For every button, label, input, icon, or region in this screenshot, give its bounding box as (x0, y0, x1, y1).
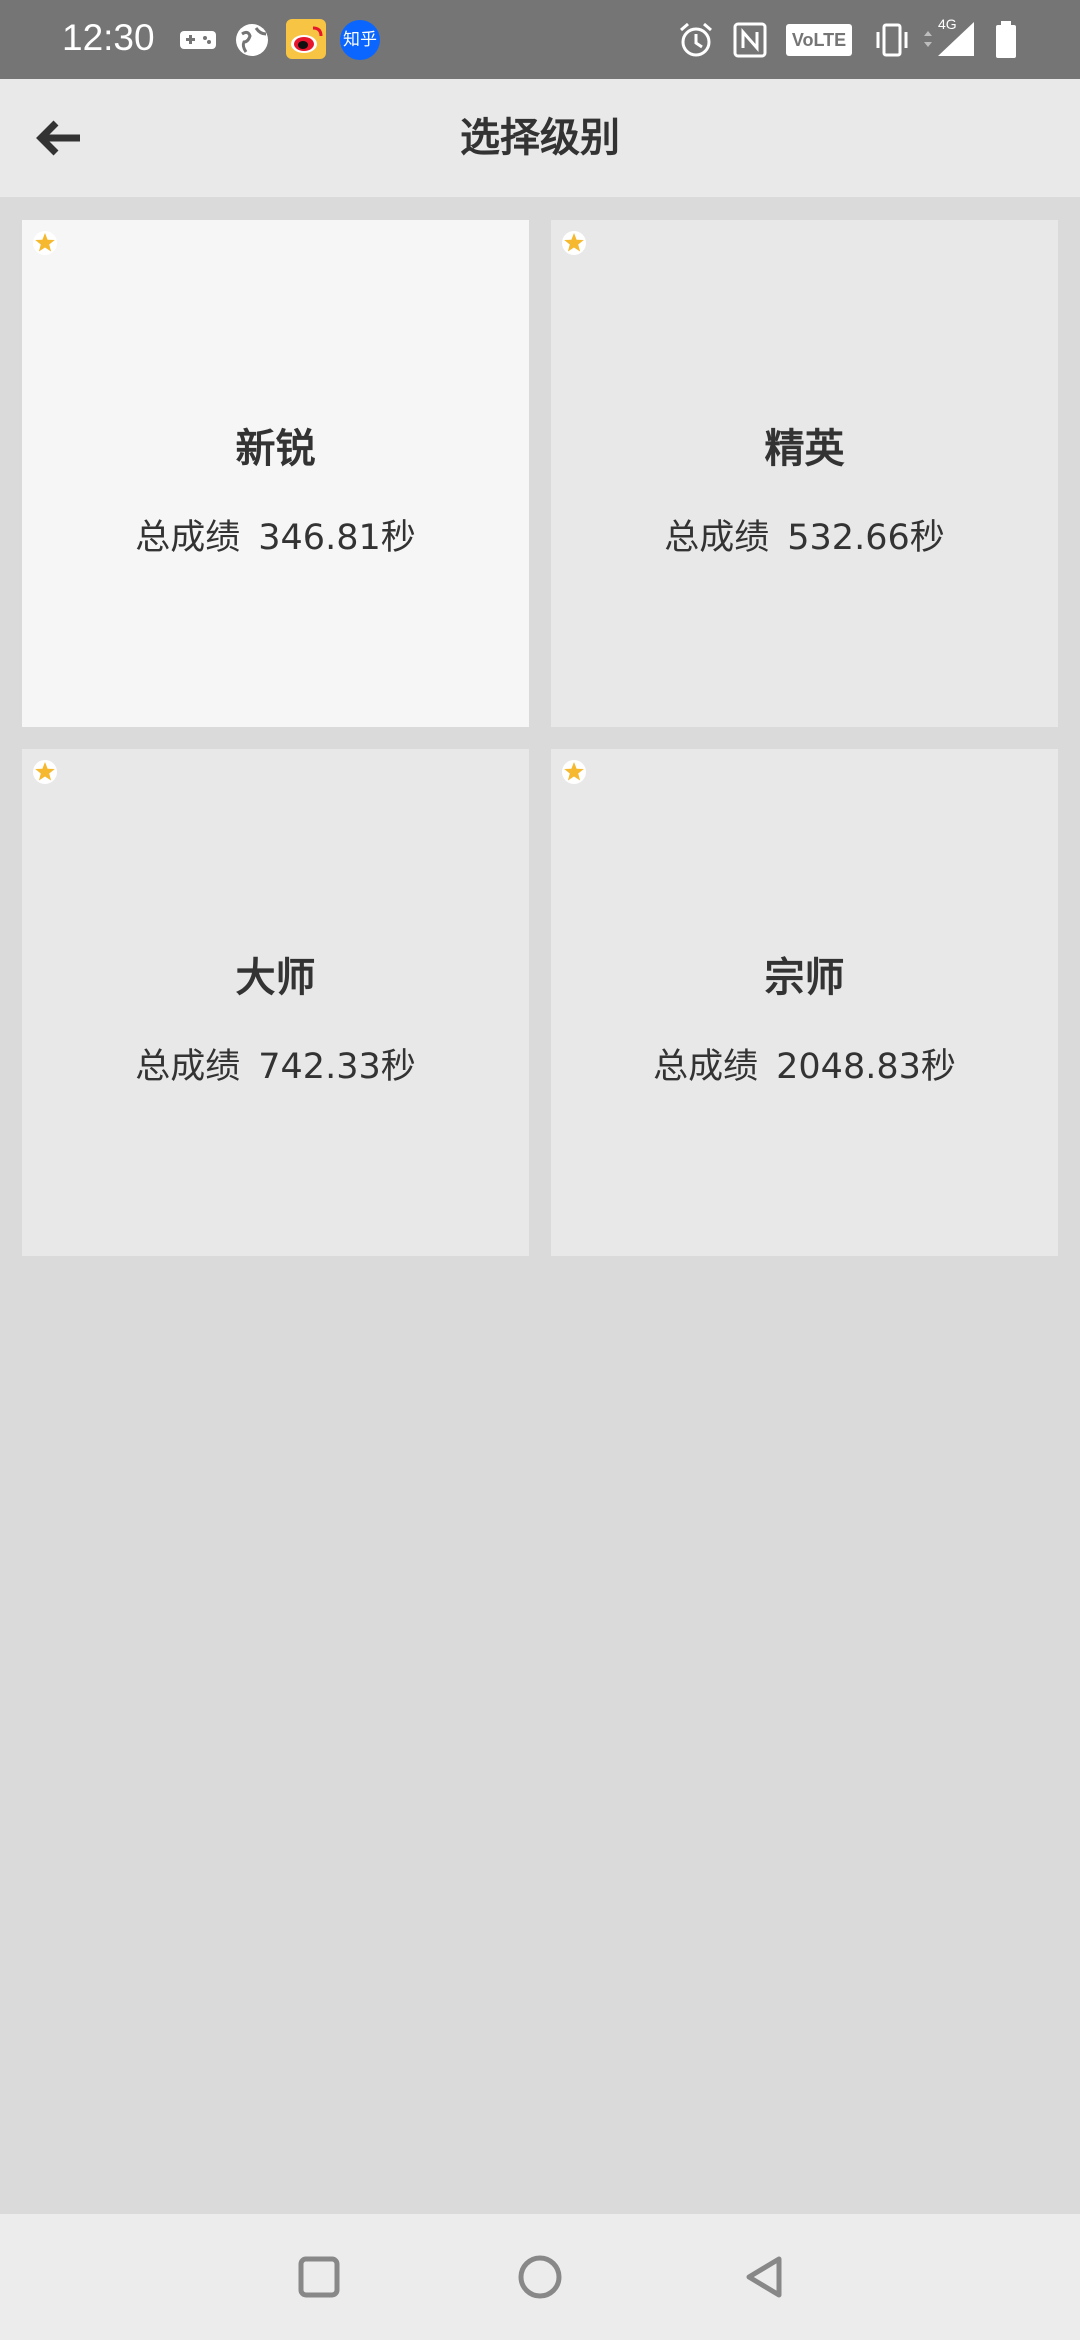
score-value: 2048.83秒 (776, 1047, 956, 1087)
gamepad-icon (180, 31, 216, 49)
level-name: 新锐 (235, 426, 316, 472)
weibo-icon (286, 19, 326, 59)
level-name: 宗师 (764, 955, 845, 1001)
level-card-1[interactable]: 新锐 总成绩 346.81秒 (22, 220, 529, 727)
alarm-icon (680, 22, 712, 57)
score-label: 总成绩 (653, 1047, 759, 1087)
star-icon (562, 231, 586, 255)
signal-icon: 4G (920, 16, 980, 60)
home-circle-icon (518, 2255, 562, 2299)
level-name: 大师 (235, 955, 316, 1001)
home-button[interactable] (510, 2247, 570, 2307)
globe-icon (236, 24, 268, 56)
score-value: 742.33秒 (258, 1047, 416, 1087)
nav-back-button[interactable] (733, 2247, 793, 2307)
level-card-2[interactable]: 精英 总成绩 532.66秒 (551, 220, 1058, 727)
recents-button[interactable] (289, 2247, 349, 2307)
status-bar: 12:30 知乎 VoLTE 4G (0, 0, 1080, 79)
page-title: 选择级别 (460, 115, 620, 161)
system-nav-bar (0, 2214, 1080, 2340)
star-icon (33, 760, 57, 784)
recents-square-icon (298, 2256, 340, 2298)
level-card-3[interactable]: 大师 总成绩 742.33秒 (22, 749, 529, 1256)
status-time: 12:30 (62, 17, 155, 58)
score-row: 总成绩 346.81秒 (22, 516, 529, 560)
score-row: 总成绩 2048.83秒 (551, 1045, 1058, 1089)
score-value: 346.81秒 (258, 518, 416, 558)
star-icon (562, 760, 586, 784)
score-label: 总成绩 (664, 518, 770, 558)
level-card-4[interactable]: 宗师 总成绩 2048.83秒 (551, 749, 1058, 1256)
volte-icon: VoLTE (786, 24, 852, 56)
score-row: 总成绩 532.66秒 (551, 516, 1058, 560)
score-label: 总成绩 (135, 518, 241, 558)
score-label: 总成绩 (135, 1047, 241, 1087)
score-value: 532.66秒 (787, 518, 945, 558)
score-row: 总成绩 742.33秒 (22, 1045, 529, 1089)
nfc-icon (733, 22, 767, 58)
vibrate-icon (876, 23, 908, 57)
star-icon (33, 231, 57, 255)
back-triangle-icon (746, 2256, 782, 2298)
battery-icon (996, 21, 1016, 58)
zhihu-icon: 知乎 (340, 20, 380, 60)
app-bar: 选择级别 (0, 79, 1080, 197)
level-name: 精英 (764, 426, 845, 472)
